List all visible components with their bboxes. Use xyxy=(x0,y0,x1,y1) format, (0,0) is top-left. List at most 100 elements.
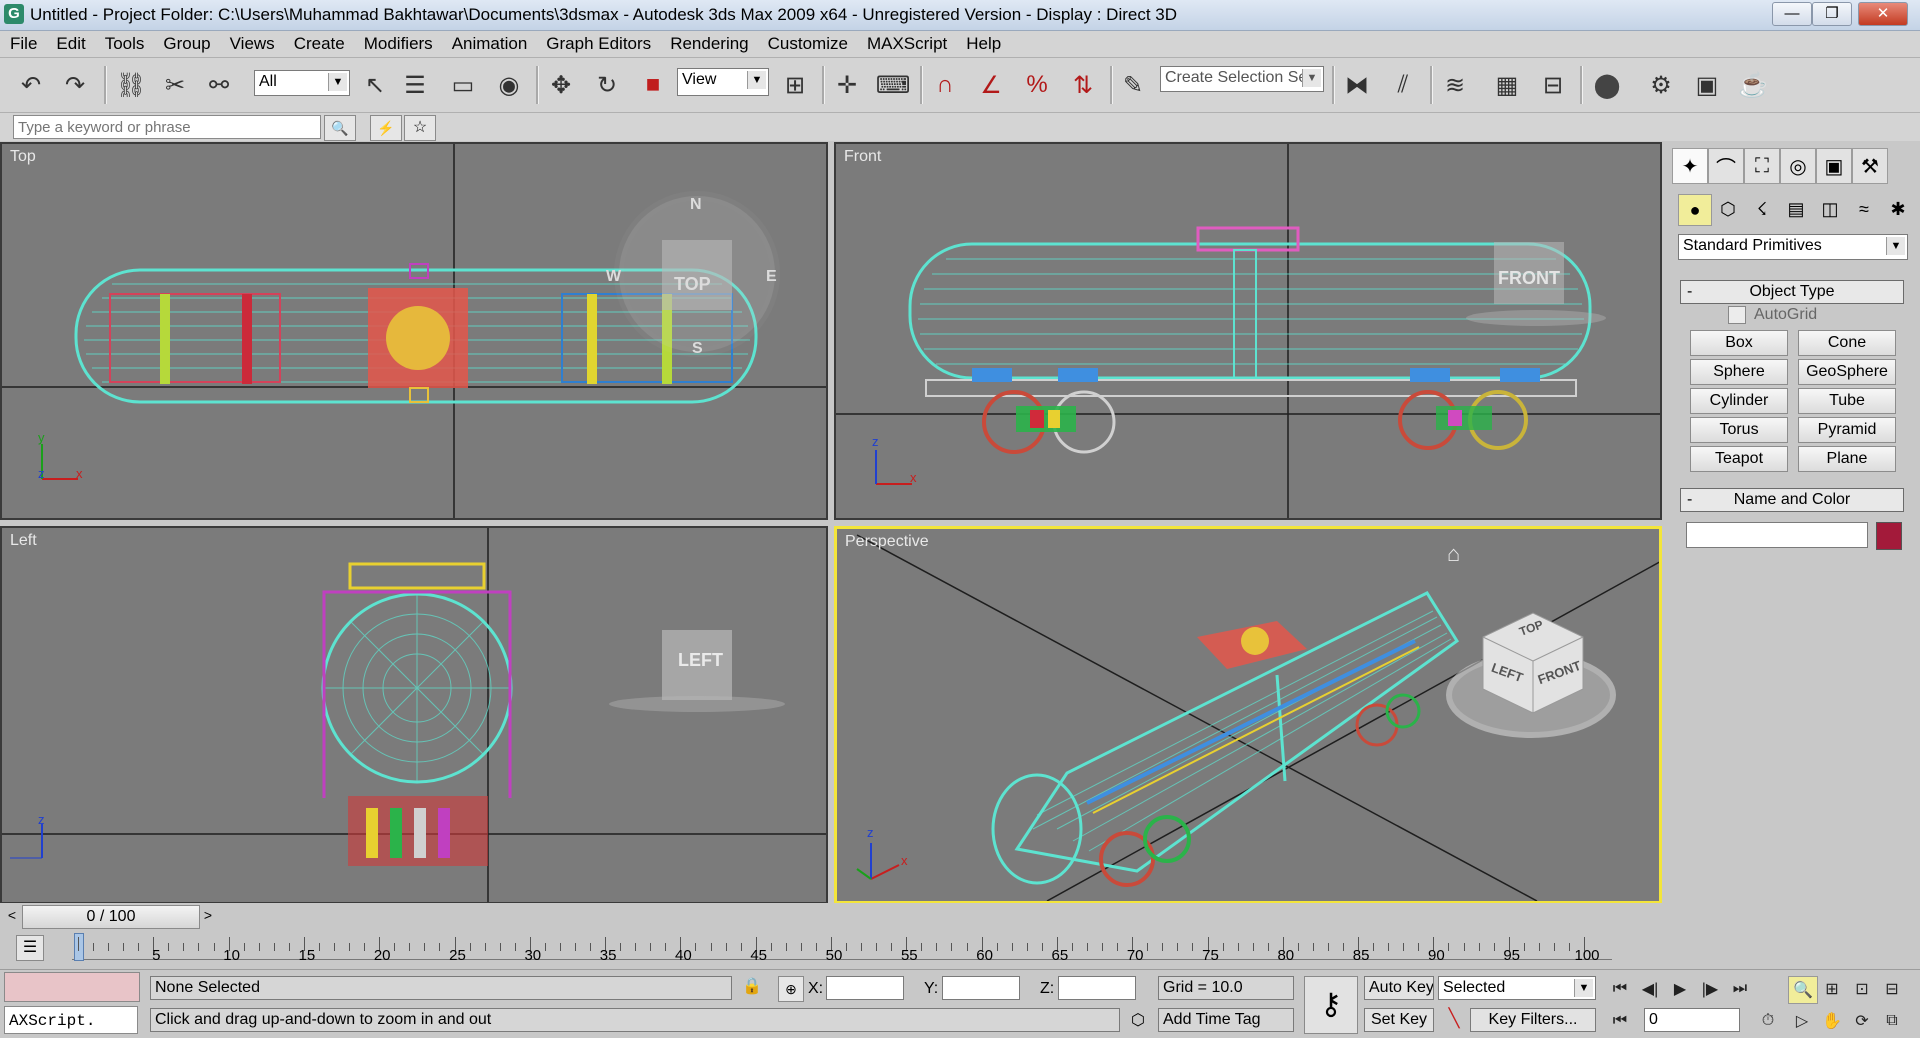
maximize-viewport-icon[interactable]: ⧉ xyxy=(1878,1008,1906,1034)
menu-maxscript[interactable]: MAXScript xyxy=(857,31,956,54)
rendered-frame-window-icon[interactable]: ▣ xyxy=(1690,68,1724,102)
viewport-label-top[interactable]: Top xyxy=(10,148,36,166)
current-frame-field[interactable]: 0 xyxy=(1644,1008,1740,1032)
previous-frame-icon[interactable]: ◀| xyxy=(1636,976,1664,1002)
shapes-category-icon[interactable]: ⬡ xyxy=(1712,194,1744,224)
bind-space-warp-icon[interactable]: ⚯ xyxy=(202,68,236,102)
object-name-input[interactable] xyxy=(1686,522,1868,548)
absolute-mode-icon[interactable]: ⊕ xyxy=(778,976,804,1002)
viewport-label-front[interactable]: Front xyxy=(844,148,881,166)
align-icon[interactable]: ⫽ xyxy=(1386,68,1420,102)
display-tab-icon[interactable]: ▣ xyxy=(1816,148,1852,184)
menu-animation[interactable]: Animation xyxy=(442,31,537,54)
torus-button[interactable]: Torus xyxy=(1690,417,1788,443)
cylinder-button[interactable]: Cylinder xyxy=(1690,388,1788,414)
angle-snap-icon[interactable]: ∠ xyxy=(974,68,1008,102)
keyboard-shortcut-icon[interactable]: ⌨ xyxy=(876,68,911,102)
key-mode-dropdown[interactable]: Selected ▼ xyxy=(1438,976,1596,1000)
viewport-top[interactable]: Top TOP N W E S x y z xyxy=(0,142,828,520)
time-configuration-icon[interactable]: ⏱ xyxy=(1754,1008,1782,1034)
viewport-left[interactable]: Left LEFT z xyxy=(0,526,828,904)
field-of-view-icon[interactable]: ▷ xyxy=(1788,1008,1816,1034)
scale-icon[interactable]: ■ xyxy=(636,68,670,102)
hierarchy-tab-icon[interactable]: ⛶ xyxy=(1744,148,1780,184)
pyramid-button[interactable]: Pyramid xyxy=(1798,417,1896,443)
box-button[interactable]: Box xyxy=(1690,330,1788,356)
y-coordinate-field[interactable] xyxy=(942,976,1020,1000)
object-type-rollout[interactable]: - Object Type xyxy=(1680,280,1904,304)
z-coordinate-field[interactable] xyxy=(1058,976,1136,1000)
menu-group[interactable]: Group xyxy=(153,31,219,54)
open-mini-curve-editor-icon[interactable]: ☰ xyxy=(16,935,44,961)
time-slider-next-button[interactable]: > xyxy=(200,907,216,925)
selection-filter-dropdown[interactable]: All ▼ xyxy=(254,70,350,96)
viewcube-front-label[interactable]: FRONT xyxy=(1498,268,1560,289)
undo-icon[interactable]: ↶ xyxy=(14,68,48,102)
orbit-icon[interactable]: ⟳ xyxy=(1848,1008,1876,1034)
create-tab-icon[interactable]: ✦ xyxy=(1672,148,1708,184)
modify-tab-icon[interactable]: ⌒ xyxy=(1708,148,1744,184)
rotate-icon[interactable]: ↻ xyxy=(590,68,624,102)
render-production-icon[interactable]: ☕ xyxy=(1736,68,1770,102)
time-slider-thumb[interactable]: 0 / 100 xyxy=(22,905,200,929)
menu-file[interactable]: File xyxy=(0,31,46,54)
communication-center-icon[interactable]: ⚡ xyxy=(370,115,402,141)
select-by-name-icon[interactable]: ☰ xyxy=(398,68,432,102)
rectangular-selection-icon[interactable]: ▭ xyxy=(446,68,480,102)
favorites-star-icon[interactable]: ☆ xyxy=(404,115,436,141)
go-to-start-icon[interactable]: ⏮ xyxy=(1606,976,1634,1002)
helpers-category-icon[interactable]: ◫ xyxy=(1814,194,1846,224)
zoom-extents-all-icon[interactable]: ⊟ xyxy=(1878,976,1906,1002)
maxscript-input[interactable]: AXScript. xyxy=(4,1006,138,1034)
snap-toggle-icon[interactable]: ∩ xyxy=(928,68,962,102)
mirror-icon[interactable]: ⧓ xyxy=(1340,68,1374,102)
move-icon[interactable]: ✥ xyxy=(544,68,578,102)
primitive-category-dropdown[interactable]: Standard Primitives ▼ xyxy=(1678,234,1908,260)
pan-view-icon[interactable]: ✋ xyxy=(1818,1008,1846,1034)
cone-button[interactable]: Cone xyxy=(1798,330,1896,356)
name-and-color-rollout[interactable]: - Name and Color xyxy=(1680,488,1904,512)
maxscript-listener-mini[interactable] xyxy=(4,972,140,1002)
menu-customize[interactable]: Customize xyxy=(758,31,857,54)
set-key-button[interactable]: Set Key xyxy=(1364,1008,1434,1032)
render-setup-icon[interactable]: ⚙ xyxy=(1644,68,1678,102)
schematic-view-icon[interactable]: ⊟ xyxy=(1536,68,1570,102)
play-icon[interactable]: ▶ xyxy=(1666,976,1694,1002)
window-crossing-icon[interactable]: ◉ xyxy=(492,68,526,102)
material-editor-icon[interactable]: ⬤ xyxy=(1590,68,1624,102)
default-in-out-tangent-key-icon[interactable]: ⚷ xyxy=(1304,976,1358,1034)
viewport-label-perspective[interactable]: Perspective xyxy=(845,533,929,551)
menu-rendering[interactable]: Rendering xyxy=(660,31,757,54)
viewcube-home-icon[interactable]: ⌂ xyxy=(1447,541,1460,567)
viewcube-left-label[interactable]: LEFT xyxy=(678,650,723,671)
geometry-category-icon[interactable]: ● xyxy=(1678,194,1712,226)
time-tag-icon[interactable]: ⬡ xyxy=(1126,1010,1150,1034)
redo-icon[interactable]: ↷ xyxy=(58,68,92,102)
maximize-button[interactable]: ❐ xyxy=(1812,2,1852,26)
viewport-front[interactable]: Front FRONT x z xyxy=(834,142,1662,520)
lock-selection-icon[interactable]: 🔒 xyxy=(740,976,764,1000)
tube-button[interactable]: Tube xyxy=(1798,388,1896,414)
unlink-icon[interactable]: ✂ xyxy=(158,68,192,102)
systems-category-icon[interactable]: ✱ xyxy=(1882,194,1914,224)
sphere-button[interactable]: Sphere xyxy=(1690,359,1788,385)
menu-modifiers[interactable]: Modifiers xyxy=(354,31,442,54)
viewport-perspective[interactable]: Perspective ⌂ TOP LEFT FRONT x z xyxy=(834,526,1662,904)
pivot-center-icon[interactable]: ⊞ xyxy=(778,68,812,102)
zoom-all-icon[interactable]: ⊞ xyxy=(1818,976,1846,1002)
menu-tools[interactable]: Tools xyxy=(95,31,154,54)
object-color-swatch[interactable] xyxy=(1876,522,1902,550)
layer-manager-icon[interactable]: ≋ xyxy=(1438,68,1472,102)
motion-tab-icon[interactable]: ◎ xyxy=(1780,148,1816,184)
menu-views[interactable]: Views xyxy=(220,31,284,54)
zoom-icon[interactable]: 🔍 xyxy=(1788,976,1818,1004)
add-time-tag-button[interactable]: Add Time Tag xyxy=(1158,1008,1294,1032)
menu-help[interactable]: Help xyxy=(956,31,1010,54)
autogrid-checkbox[interactable] xyxy=(1728,306,1746,324)
percent-snap-icon[interactable]: % xyxy=(1020,68,1054,102)
select-object-icon[interactable]: ↖ xyxy=(358,68,392,102)
curve-editor-icon[interactable]: ▦ xyxy=(1490,68,1524,102)
viewport-label-left[interactable]: Left xyxy=(10,532,37,550)
spinner-snap-icon[interactable]: ⇅ xyxy=(1066,68,1100,102)
search-input[interactable] xyxy=(13,115,321,139)
